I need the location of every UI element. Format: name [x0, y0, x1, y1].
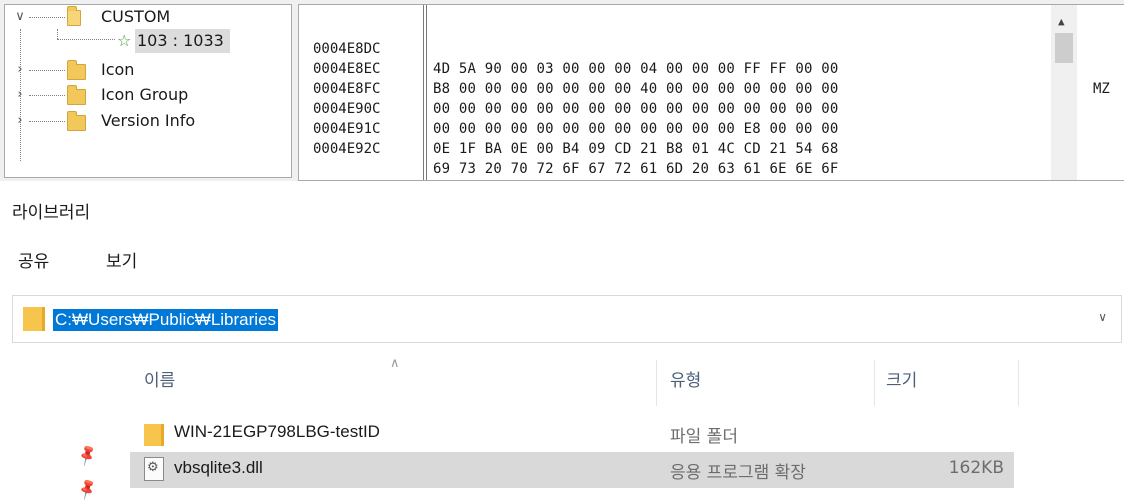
tree-node-icon-group[interactable]: › Icon Group: [5, 83, 285, 107]
column-header-size[interactable]: 크기: [886, 363, 917, 409]
tree-node-label: 103 : 1033: [135, 29, 230, 53]
file-type: 응용 프로그램 확장: [670, 463, 806, 483]
folder-icon: [67, 111, 86, 131]
sort-ascending-icon: ∧: [390, 356, 400, 371]
pin-icon[interactable]: 📌: [75, 477, 100, 501]
hex-scrollbar[interactable]: ▲: [1051, 5, 1077, 180]
hex-row: 0004E8FC 00 00 00 00 00 00 00 00 00 00 0…: [299, 59, 838, 117]
tree-node-label: Icon: [101, 60, 135, 79]
chevron-down-icon[interactable]: ∨: [13, 5, 27, 29]
folder-icon: [67, 85, 86, 105]
folder-icon: [144, 424, 164, 446]
hex-bytes[interactable]: 00 00 00 00 00 00 00 00 00 00 00 00 E8 0…: [433, 119, 839, 139]
pin-icon[interactable]: 📌: [75, 443, 100, 468]
folder-icon: [23, 307, 45, 331]
tree-node-icon[interactable]: › Icon: [5, 58, 285, 82]
file-size: 162KB: [948, 458, 1004, 478]
tree-node-version-info[interactable]: › Version Info: [5, 109, 285, 133]
address-path[interactable]: C:₩Users₩Public₩Libraries: [53, 309, 279, 331]
hex-address: 0004E92C: [313, 141, 381, 157]
hex-ascii[interactable]: MZ: [1093, 79, 1110, 99]
hex-bytes[interactable]: 00 00 00 00 00 00 00 00 00 00 00 00 00 0…: [433, 99, 839, 119]
tree-node-103-1033[interactable]: ☆ 103 : 1033: [5, 29, 285, 53]
chevron-right-icon[interactable]: ›: [13, 109, 27, 133]
chevron-right-icon[interactable]: ›: [13, 58, 27, 82]
hex-divider: [423, 5, 424, 180]
tree-node-label: CUSTOM: [101, 7, 171, 26]
hex-row: 0004E91C 0E 1F BA 0E 00 B4 09 CD 21 B8 0…: [299, 99, 838, 157]
resource-editor: ∨ CUSTOM ☆ 103 : 1033 › Icon › Icon Grou…: [0, 0, 1124, 181]
hex-bytes[interactable]: 0E 1F BA 0E 00 B4 09 CD 21 B8 01 4C CD 2…: [433, 139, 839, 159]
column-header-name[interactable]: 이름: [144, 363, 175, 409]
file-row[interactable]: WIN-21EGP798LBG-testID 파일 폴더: [130, 416, 1014, 452]
hex-bytes[interactable]: B8 00 00 00 00 00 00 00 40 00 00 00 00 0…: [433, 79, 839, 99]
hex-row: 0004E90C 00 00 00 00 00 00 00 00 00 00 0…: [299, 79, 838, 137]
hex-viewer[interactable]: 0004E8DC 4D 5A 90 00 03 00 00 00 04 00 0…: [298, 4, 1124, 181]
folder-open-icon: [67, 6, 81, 26]
hex-ascii[interactable]: is: [1093, 179, 1110, 180]
scroll-up-arrow-icon[interactable]: ▲: [1058, 15, 1065, 28]
hex-row: 0004E8DC 4D 5A 90 00 03 00 00 00 04 00 0…: [299, 19, 1110, 97]
tree-node-label: Version Info: [101, 111, 196, 130]
hex-row: 0004E8EC B8 00 00 00 00 00 00 00 40 00 0…: [299, 39, 838, 97]
hex-bytes[interactable]: 4D 5A 90 00 03 00 00 00 04 00 00 00 FF F…: [433, 59, 839, 79]
scrollbar-thumb[interactable]: [1055, 33, 1073, 63]
window-title: 라이브러리: [12, 203, 91, 223]
address-bar[interactable]: C:₩Users₩Public₩Libraries ∨: [12, 295, 1122, 343]
column-divider[interactable]: [874, 360, 875, 406]
file-type: 파일 폴더: [670, 427, 738, 447]
menu-view[interactable]: 보기: [106, 247, 137, 272]
file-row[interactable]: vbsqlite3.dll 응용 프로그램 확장 162KB: [130, 452, 1014, 488]
hex-divider: [426, 5, 427, 180]
chevron-down-icon[interactable]: ∨: [1098, 310, 1107, 324]
folder-icon: [67, 60, 86, 80]
column-header-type[interactable]: 유형: [670, 363, 701, 409]
chevron-right-icon[interactable]: ›: [13, 83, 27, 107]
star-icon: ☆: [117, 31, 132, 50]
hex-bytes[interactable]: 69 73 20 70 72 6F 67 72 61 6D 20 63 61 6…: [433, 159, 839, 179]
resource-tree[interactable]: ∨ CUSTOM ☆ 103 : 1033 › Icon › Icon Grou…: [4, 4, 292, 178]
file-name[interactable]: WIN-21EGP798LBG-testID: [174, 422, 380, 442]
hex-row: 0004E92C 69 73 20 70 72 6F 67 72 61 6D 2…: [299, 119, 838, 177]
menu-share[interactable]: 공유: [18, 247, 49, 272]
tree-node-custom[interactable]: ∨ CUSTOM: [5, 5, 285, 29]
tree-node-label: Icon Group: [101, 85, 189, 104]
dll-file-icon: [144, 457, 164, 481]
file-name[interactable]: vbsqlite3.dll: [174, 458, 263, 478]
column-divider[interactable]: [656, 360, 657, 406]
column-divider[interactable]: [1018, 360, 1019, 406]
